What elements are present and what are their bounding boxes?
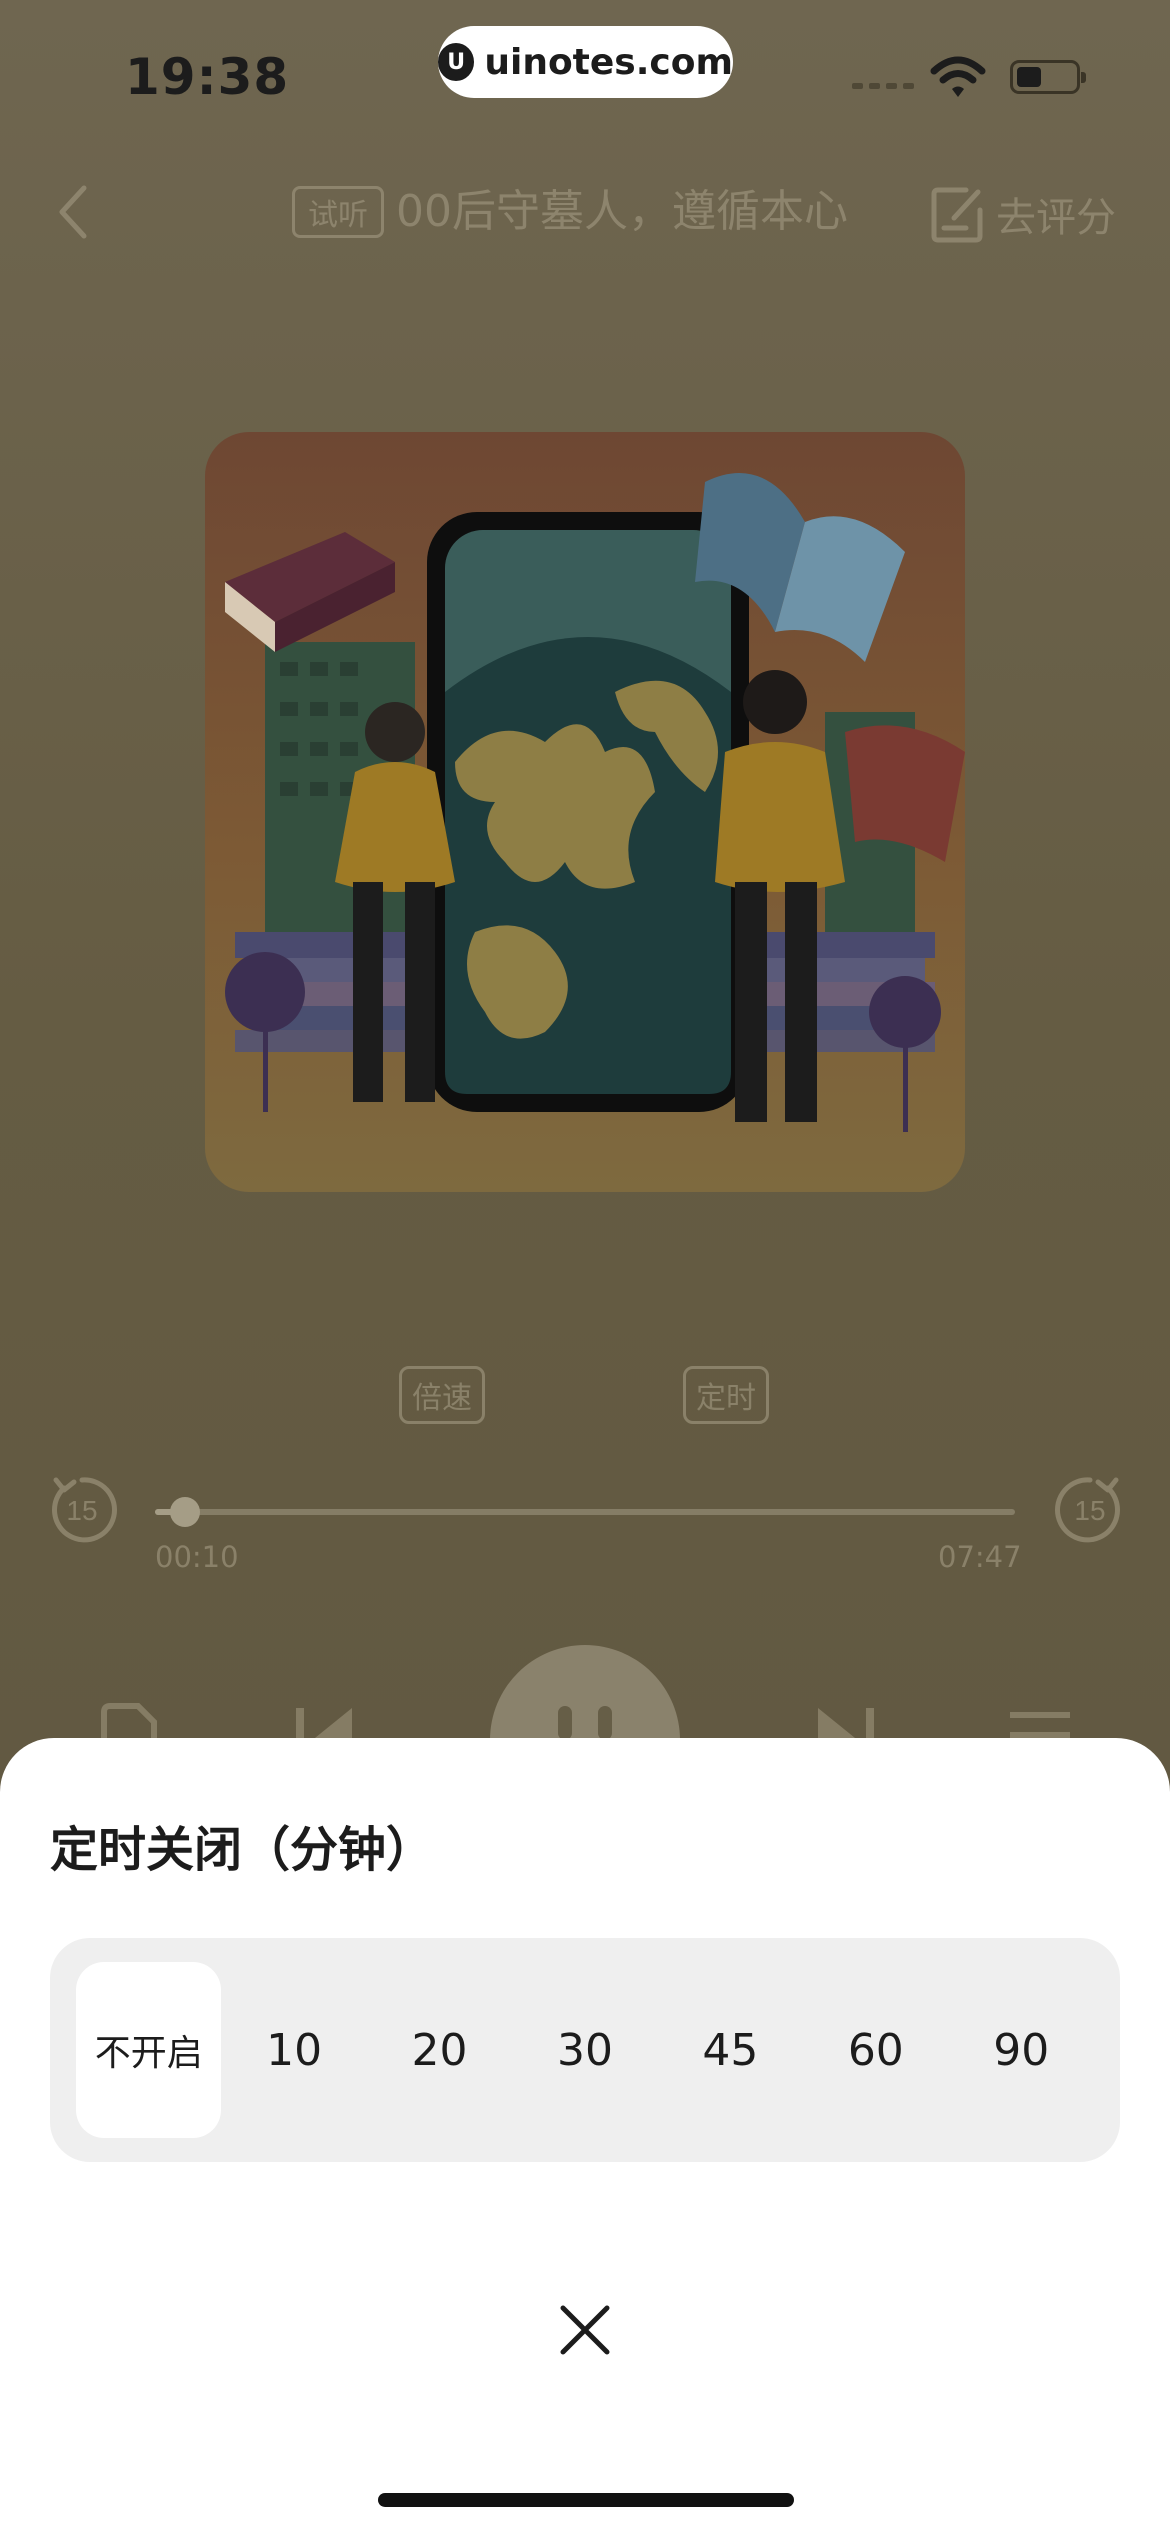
cellular-signal-icon <box>852 83 914 89</box>
timer-option-30[interactable]: 30 <box>512 1962 657 2138</box>
watermark-text: uinotes.com <box>484 41 733 83</box>
episode-title: 00后守墓人，遵循本心 <box>396 186 848 237</box>
pause-button[interactable] <box>490 1644 680 1740</box>
rate-label: 去评分 <box>996 195 1116 241</box>
timer-sheet: 定时关闭（分钟） 不开启 10 20 30 45 60 90 <box>0 1738 1170 2532</box>
sheet-title: 定时关闭（分钟） <box>50 1822 435 1878</box>
rewind-15-icon: 15 <box>52 1477 118 1543</box>
trial-badge: 试听 <box>292 186 384 238</box>
total-time: 07:47 <box>938 1540 1022 1574</box>
forward-15-icon: 15 <box>1054 1477 1120 1543</box>
status-time: 19:38 <box>125 48 290 106</box>
timer-option-60[interactable]: 60 <box>803 1962 948 2138</box>
battery-icon <box>1010 60 1086 94</box>
close-icon[interactable] <box>555 2300 615 2360</box>
skip-forward-seconds: 15 <box>1074 1495 1105 1526</box>
skip-back-seconds: 15 <box>66 1495 97 1526</box>
chevron-left-icon[interactable] <box>52 180 92 244</box>
timer-option-10[interactable]: 10 <box>221 1962 366 2138</box>
watermark-logo-icon: U <box>438 43 475 81</box>
timer-option-45[interactable]: 45 <box>658 1962 803 2138</box>
speed-button[interactable]: 倍速 <box>399 1366 485 1424</box>
progress-handle[interactable] <box>170 1497 201 1527</box>
skip-forward-15-button[interactable]: 15 <box>1054 1474 1126 1546</box>
home-indicator <box>378 2493 794 2507</box>
progress-slider[interactable] <box>155 1497 1015 1527</box>
next-track-icon[interactable] <box>812 1708 878 1742</box>
playlist-icon[interactable] <box>1010 1712 1070 1738</box>
current-time: 00:10 <box>155 1540 239 1574</box>
timer-options: 不开启 10 20 30 45 60 90 <box>50 1938 1120 2162</box>
timer-option-20[interactable]: 20 <box>367 1962 512 2138</box>
watermark-badge: U uinotes.com <box>438 26 733 98</box>
wifi-icon <box>930 56 986 97</box>
document-icon[interactable] <box>98 1702 162 1742</box>
rate-button[interactable]: 去评分 <box>930 184 1116 244</box>
timer-option-off[interactable]: 不开启 <box>76 1962 222 2138</box>
previous-track-icon[interactable] <box>292 1708 358 1742</box>
skip-back-15-button[interactable]: 15 <box>46 1474 118 1546</box>
timer-option-90[interactable]: 90 <box>949 1962 1094 2138</box>
timer-button[interactable]: 定时 <box>683 1366 769 1424</box>
edit-icon <box>931 187 983 243</box>
album-cover <box>205 432 965 1192</box>
